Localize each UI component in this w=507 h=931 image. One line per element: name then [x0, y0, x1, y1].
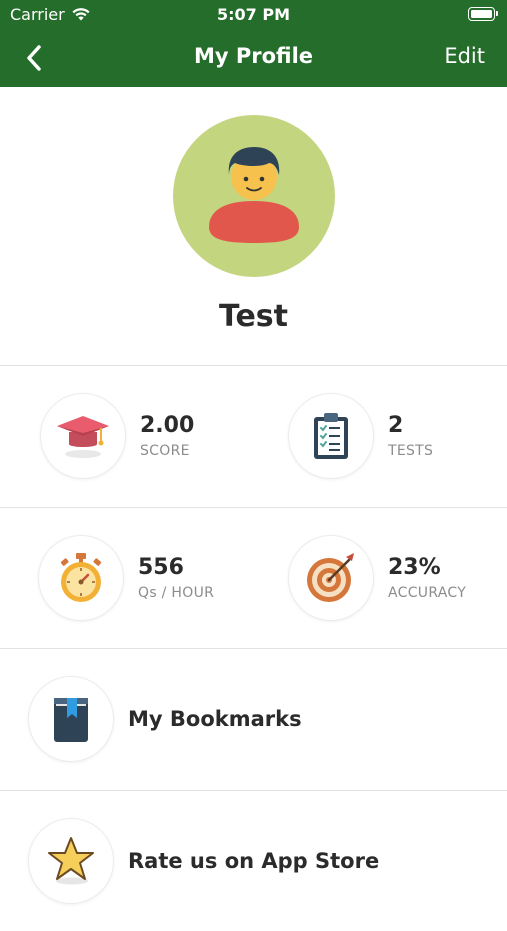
accuracy-icon-circle: [288, 535, 374, 621]
rate-icon-circle: [28, 818, 114, 904]
tests-label: TESTS: [388, 443, 434, 459]
profile-section: Test: [0, 87, 507, 365]
tests-icon-circle: [288, 393, 374, 479]
score-value: 2.00: [140, 413, 195, 438]
star-icon: [48, 837, 94, 885]
accuracy-value: 23%: [388, 555, 441, 580]
stat-tests: 2 TESTS: [288, 393, 433, 479]
graduation-cap-icon: [57, 416, 109, 458]
page-title: My Profile: [193, 44, 314, 68]
edit-button[interactable]: Edit: [444, 44, 485, 68]
bookmarks-icon-circle: [28, 676, 114, 762]
stopwatch-icon: [60, 553, 102, 602]
status-time: 5:07 PM: [216, 5, 290, 24]
rate-label: Rate us on App Store: [128, 849, 380, 873]
status-bar: Carrier 5:07 PM: [0, 0, 507, 30]
nav-bar: My Profile Edit: [0, 30, 507, 87]
accuracy-label: ACCURACY: [388, 585, 467, 601]
score-icon-circle: [40, 393, 126, 479]
tests-value: 2: [388, 413, 404, 438]
user-name: Test: [218, 299, 289, 334]
divider: [0, 365, 507, 366]
user-avatar-icon[interactable]: [173, 115, 335, 277]
speed-value: 556: [138, 555, 184, 580]
bookmark-book-icon: [54, 698, 88, 742]
stat-score: 2.00 SCORE: [40, 393, 194, 479]
menu-item-bookmarks[interactable]: My Bookmarks: [0, 649, 507, 789]
target-icon: [307, 553, 354, 602]
stat-speed: 556 Qs / HOUR: [38, 535, 214, 621]
stat-accuracy: 23% ACCURACY: [288, 535, 466, 621]
divider: [0, 507, 507, 508]
speed-label: Qs / HOUR: [138, 585, 215, 601]
battery-icon: [468, 7, 498, 21]
bookmarks-label: My Bookmarks: [128, 707, 302, 731]
clipboard-checklist-icon: [314, 413, 348, 459]
menu-item-rate[interactable]: Rate us on App Store: [0, 791, 507, 931]
app-header: Carrier 5:07 PM My Profile Edit: [0, 0, 507, 87]
speed-icon-circle: [38, 535, 124, 621]
score-label: SCORE: [140, 443, 190, 459]
